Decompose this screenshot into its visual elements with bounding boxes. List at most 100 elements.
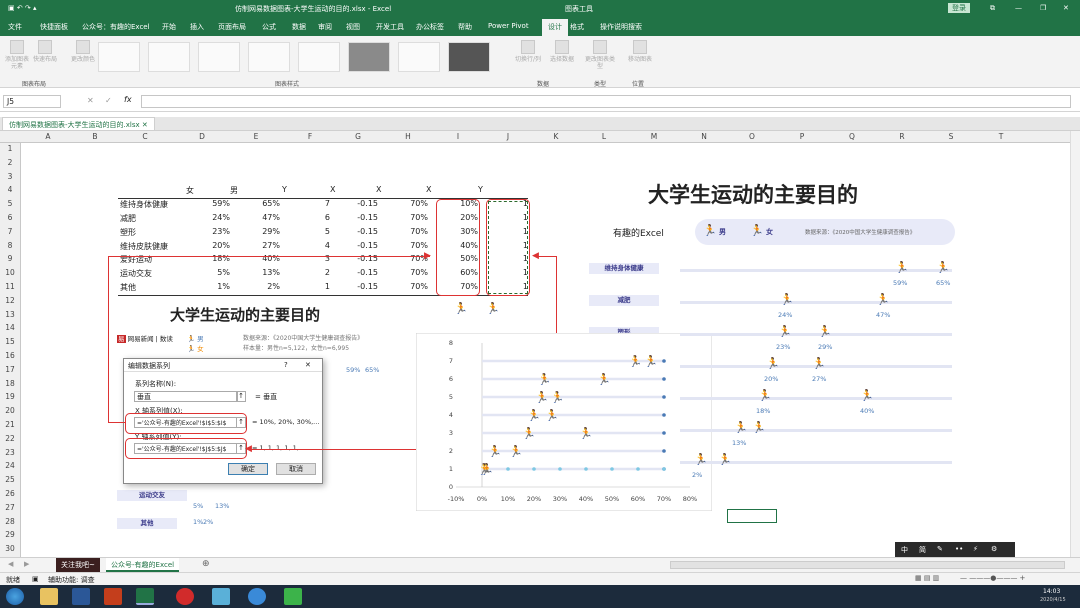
chart-style-3[interactable] <box>198 42 240 72</box>
ribbon-tab[interactable]: 开发工具 <box>376 22 404 32</box>
row-header[interactable]: 4 <box>0 185 20 194</box>
select-data-button[interactable]: 选择数据 <box>546 40 578 63</box>
move-chart-button[interactable]: 移动图表 <box>624 40 656 63</box>
zoom-slider[interactable]: — ———●——— + <box>960 574 1025 582</box>
toolbar-item[interactable]: •• <box>955 545 963 553</box>
row-header[interactable]: 30 <box>0 544 20 553</box>
ribbon-tab[interactable]: 公式 <box>262 22 276 32</box>
next-sheet-icon[interactable]: ▶ <box>24 560 29 568</box>
wechat-icon[interactable] <box>284 588 302 605</box>
chart-style-6[interactable] <box>348 42 390 72</box>
cancel-button[interactable]: 取消 <box>276 463 316 475</box>
row-header[interactable]: 7 <box>0 227 20 236</box>
column-header[interactable]: P <box>782 132 822 141</box>
ribbon-tab[interactable]: 插入 <box>190 22 204 32</box>
row-header[interactable]: 23 <box>0 448 20 457</box>
chart-style-7[interactable] <box>398 42 440 72</box>
browser-icon[interactable] <box>248 588 266 605</box>
quick-layout-button[interactable]: 快速布局 <box>32 40 58 63</box>
accessibility-status[interactable]: 辅助功能: 调查 <box>48 575 95 585</box>
close-icon[interactable]: ✕ <box>305 361 311 369</box>
normal-view-icon[interactable]: ▦ ▤ ▥ <box>915 574 939 582</box>
add-sheet-icon[interactable]: ⊕ <box>202 559 210 569</box>
close-icon[interactable]: ✕ <box>1063 4 1069 12</box>
switch-row-column-button[interactable]: 切换行/列 <box>512 40 544 63</box>
column-header[interactable]: M <box>634 132 674 141</box>
toolbar-item[interactable]: 简 <box>919 545 926 555</box>
row-header[interactable]: 1 <box>0 144 20 153</box>
sheet-tab-follow[interactable]: 关注我吧~ <box>56 558 100 572</box>
start-icon[interactable] <box>6 588 24 605</box>
column-header[interactable]: J <box>488 132 528 141</box>
row-header[interactable]: 26 <box>0 489 20 498</box>
row-header[interactable]: 2 <box>0 158 20 167</box>
ribbon-tab[interactable]: Power Pivot <box>488 22 529 30</box>
ribbon-tab[interactable]: 文件 <box>8 22 22 32</box>
row-header[interactable]: 29 <box>0 530 20 539</box>
toolbar-item[interactable]: ⚙ <box>991 545 997 553</box>
ribbon-tab[interactable]: 公众号：有趣的Excel <box>82 22 150 32</box>
cancel-icon[interactable]: ✕ <box>87 96 94 105</box>
sheet-tab-main[interactable]: 公众号-有趣的Excel <box>106 558 180 572</box>
ribbon-tab[interactable]: 格式 <box>570 22 584 32</box>
ribbon-display-icon[interactable]: ⧉ <box>990 4 995 13</box>
row-header[interactable]: 14 <box>0 323 20 332</box>
ribbon-tab[interactable]: 快捷面板 <box>40 22 68 32</box>
column-header[interactable]: E <box>236 132 276 141</box>
series-name-input[interactable]: 垂直 <box>134 391 238 402</box>
column-header[interactable]: C <box>125 132 165 141</box>
row-header[interactable]: 5 <box>0 199 20 208</box>
ribbon-tab[interactable]: 审阅 <box>318 22 332 32</box>
toolbar-item[interactable]: 中 <box>901 545 908 555</box>
macro-record-icon[interactable]: ▣ <box>32 575 39 583</box>
row-header[interactable]: 22 <box>0 434 20 443</box>
enter-icon[interactable]: ✓ <box>105 96 112 105</box>
row-header[interactable]: 3 <box>0 172 20 181</box>
excel-icon[interactable] <box>136 588 154 605</box>
chart-style-5[interactable] <box>298 42 340 72</box>
vertical-scrollbar[interactable] <box>1070 131 1080 557</box>
save-icon[interactable]: ▣ ↶ ↷ ▴ <box>8 4 37 12</box>
ribbon-tab[interactable]: 设计 <box>542 19 568 36</box>
row-header[interactable]: 8 <box>0 241 20 250</box>
toolbar-item[interactable]: ✎ <box>937 545 943 553</box>
chart-style-4[interactable] <box>248 42 290 72</box>
ribbon-tab[interactable]: 页面布局 <box>218 22 246 32</box>
help-icon[interactable]: ? <box>284 361 288 369</box>
close-tab-icon[interactable]: ✕ <box>142 121 148 129</box>
row-header[interactable]: 11 <box>0 282 20 291</box>
chart-style-1[interactable] <box>98 42 140 72</box>
explorer-icon[interactable] <box>40 588 58 605</box>
column-header[interactable]: D <box>182 132 222 141</box>
chart-style-2[interactable] <box>148 42 190 72</box>
minimize-icon[interactable]: — <box>1015 4 1022 12</box>
row-header[interactable]: 20 <box>0 406 20 415</box>
login-button[interactable]: 登录 <box>948 3 970 13</box>
row-header[interactable]: 13 <box>0 310 20 319</box>
row-header[interactable]: 17 <box>0 365 20 374</box>
column-header[interactable]: O <box>732 132 772 141</box>
row-header[interactable]: 10 <box>0 268 20 277</box>
row-header[interactable]: 25 <box>0 475 20 484</box>
row-header[interactable]: 9 <box>0 254 20 263</box>
column-header[interactable]: L <box>584 132 624 141</box>
restore-icon[interactable]: ❐ <box>1040 4 1046 12</box>
row-header[interactable]: 16 <box>0 351 20 360</box>
powerpoint-icon[interactable] <box>104 588 122 605</box>
netease-music-icon[interactable] <box>176 588 194 605</box>
row-header[interactable]: 24 <box>0 461 20 470</box>
app-icon[interactable] <box>212 588 230 605</box>
ribbon-tab[interactable]: 操作说明搜索 <box>600 22 642 32</box>
column-header[interactable]: B <box>75 132 115 141</box>
column-header[interactable]: Q <box>832 132 872 141</box>
ribbon-tab[interactable]: 视图 <box>346 22 360 32</box>
fx-icon[interactable]: fx <box>124 95 132 104</box>
toolbar-item[interactable]: ⚡ <box>973 545 978 553</box>
word-icon[interactable] <box>72 588 90 605</box>
column-header[interactable]: A <box>28 132 68 141</box>
change-colors-button[interactable]: 更改颜色 <box>70 40 96 63</box>
ribbon-tab[interactable]: 数据 <box>292 22 306 32</box>
column-header[interactable]: K <box>536 132 576 141</box>
row-header[interactable]: 15 <box>0 337 20 346</box>
row-header[interactable]: 19 <box>0 392 20 401</box>
